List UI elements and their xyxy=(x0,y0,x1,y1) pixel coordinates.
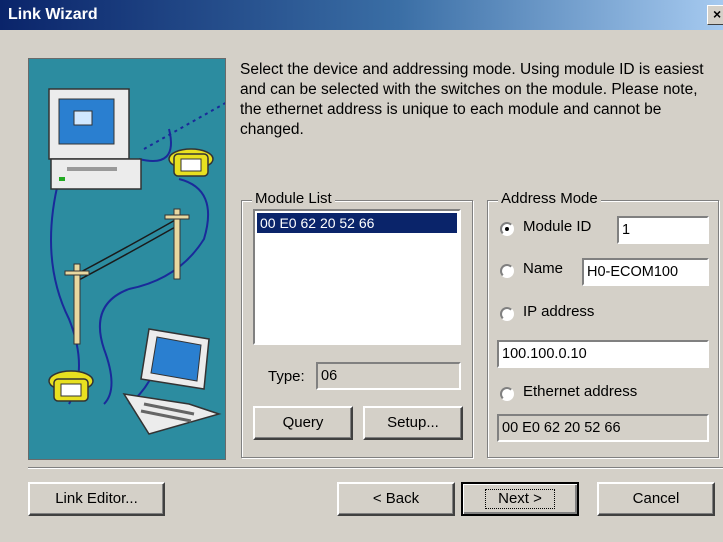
module-id-label: Module ID xyxy=(523,218,592,235)
network-illustration xyxy=(28,58,230,460)
radio-ip-address[interactable] xyxy=(500,307,514,321)
name-field[interactable]: H0-ECOM100 xyxy=(582,258,709,286)
address-mode-label: Address Mode xyxy=(498,190,601,207)
ip-address-label: IP address xyxy=(523,303,595,320)
title-bar: Link Wizard × xyxy=(0,0,723,30)
cancel-label: Cancel xyxy=(632,490,680,507)
window-title: Link Wizard xyxy=(8,6,98,23)
ethernet-address-label: Ethernet address xyxy=(523,383,638,400)
separator xyxy=(28,467,723,469)
module-listbox[interactable]: 00 E0 62 20 52 66 xyxy=(253,209,461,345)
list-item[interactable]: 00 E0 62 20 52 66 xyxy=(257,213,457,233)
network-illustration-image xyxy=(48,88,230,435)
query-label: Query xyxy=(282,414,324,431)
intro-text: Select the device and addressing mode. U… xyxy=(240,61,704,138)
query-button[interactable]: Query xyxy=(253,406,353,440)
ip-address-field[interactable]: 100.100.0.10 xyxy=(497,340,709,368)
laptop-icon xyxy=(122,328,222,435)
cancel-button[interactable]: Cancel xyxy=(597,482,715,516)
name-label: Name xyxy=(523,260,564,277)
next-label: Next > xyxy=(485,489,555,509)
radio-module-id[interactable] xyxy=(500,222,514,236)
radio-name[interactable] xyxy=(500,264,514,278)
module-list-label: Module List xyxy=(252,190,335,207)
back-label: < Back xyxy=(372,490,420,507)
type-label: Type: xyxy=(268,368,305,385)
module-id-field[interactable]: 1 xyxy=(617,216,709,244)
close-button[interactable]: × xyxy=(707,5,723,25)
desktop-computer-icon xyxy=(48,88,142,190)
back-button[interactable]: < Back xyxy=(337,482,455,516)
close-icon: × xyxy=(713,6,722,22)
ethernet-address-field: 00 E0 62 20 52 66 xyxy=(497,414,709,442)
setup-button[interactable]: Setup... xyxy=(363,406,463,440)
link-editor-button[interactable]: Link Editor... xyxy=(28,482,165,516)
type-field: 06 xyxy=(316,362,461,390)
next-button[interactable]: Next > xyxy=(461,482,579,516)
radio-ethernet-address[interactable] xyxy=(500,387,514,401)
link-editor-label: Link Editor... xyxy=(55,490,138,507)
setup-label: Setup... xyxy=(387,414,439,431)
